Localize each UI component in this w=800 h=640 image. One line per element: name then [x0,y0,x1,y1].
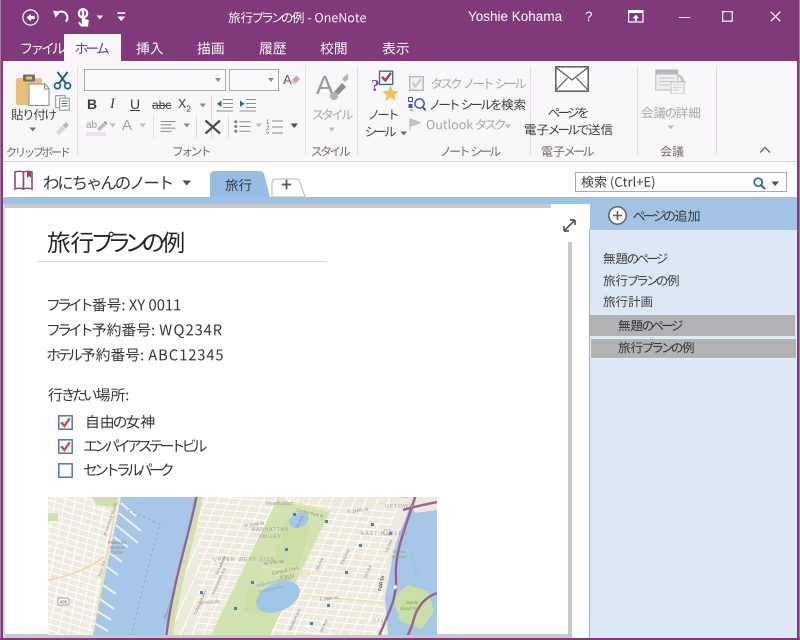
svg-text:Wards: Wards [406,600,418,605]
svg-text:Thomas: Thomas [392,550,406,554]
svg-text:Jefferson: Jefferson [391,555,407,559]
svg-text:VALLEY: VALLEY [258,534,281,540]
svg-text:EAST HARLEM: EAST HARLEM [361,531,408,537]
svg-text:Center: Center [111,550,124,555]
svg-text:UPTOWN: UPTOWN [385,504,414,510]
svg-text:Manhattan: Manhattan [266,501,293,507]
svg-text:495: 495 [60,600,68,605]
svg-text:A: A [283,72,292,87]
svg-text:Island Park: Island Park [400,606,422,611]
svg-text:?: ? [371,76,380,95]
svg-text:3: 3 [266,132,270,134]
svg-text:MANHATTAN: MANHATTAN [251,527,289,533]
